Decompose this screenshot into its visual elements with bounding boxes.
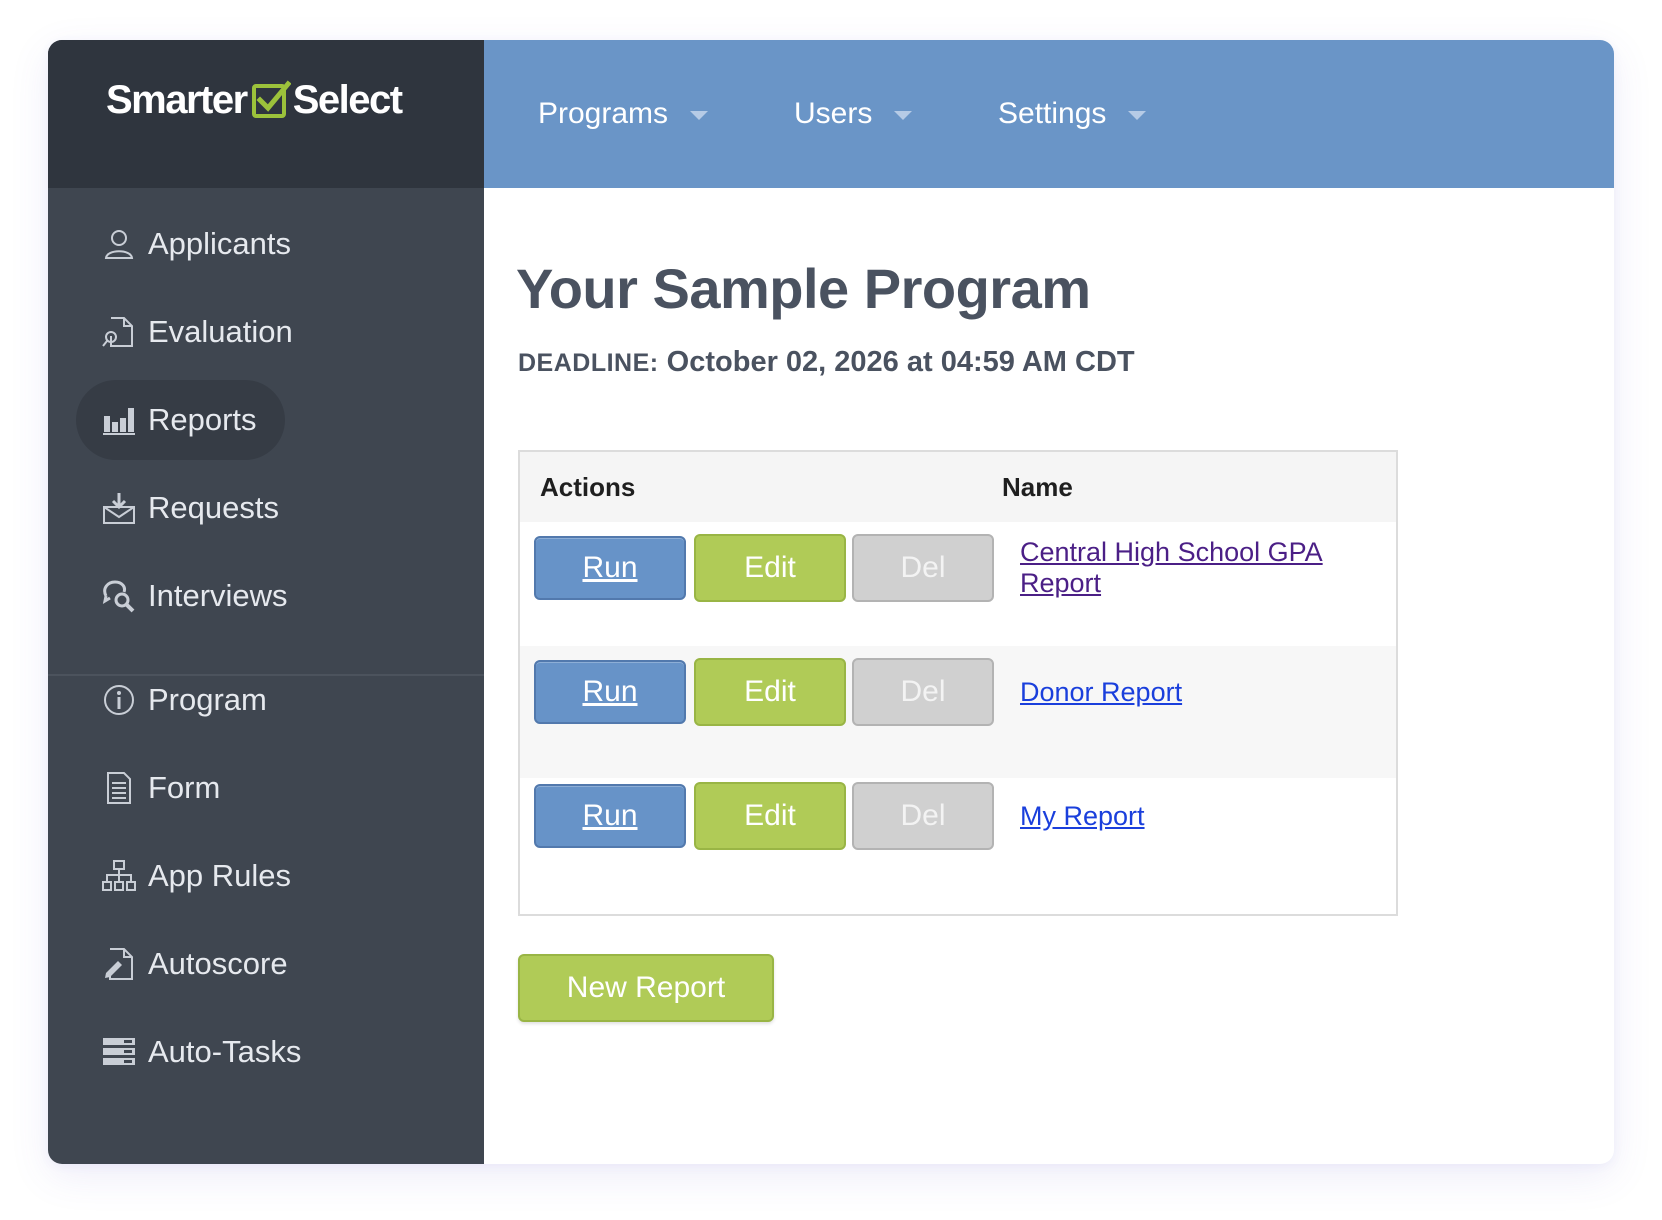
caret-down-icon <box>894 110 913 120</box>
sidebar-item-label: Applicants <box>148 226 292 261</box>
reports-table: Actions Name Run Edit Del Central High S… <box>518 450 1398 916</box>
sidebar-item-interviews[interactable]: Interviews <box>76 556 316 636</box>
sidebar-item-app-rules[interactable]: App Rules <box>76 836 319 916</box>
document-search-icon <box>102 315 136 349</box>
table-row: Run Edit Del Donor Report <box>520 646 1396 778</box>
sidebar-item-form[interactable]: Form <box>76 748 248 828</box>
new-report-button[interactable]: New Report <box>518 954 774 1022</box>
report-name-link[interactable]: My Report <box>1020 782 1145 850</box>
tasks-icon <box>102 1035 136 1069</box>
column-header-actions: Actions <box>540 471 636 502</box>
sidebar-item-label: Program <box>148 682 267 717</box>
checkbox-logo-icon <box>251 80 292 120</box>
logo-container: Smarter Select <box>48 40 484 188</box>
sidebar-item-requests[interactable]: Requests <box>76 468 307 548</box>
edit-button[interactable]: Edit <box>694 658 846 726</box>
edit-button[interactable]: Edit <box>694 782 846 850</box>
sidebar: Smarter Select Applicants Evaluation Rep… <box>48 40 484 1164</box>
document-pen-icon <box>102 947 136 981</box>
delete-button[interactable]: Del <box>852 658 994 726</box>
sidebar-item-reports[interactable]: Reports <box>76 380 285 460</box>
run-button[interactable]: Run <box>534 536 686 600</box>
sidebar-item-label: Interviews <box>148 578 288 613</box>
table-header: Actions Name <box>520 452 1396 522</box>
sidebar-item-label: App Rules <box>148 858 292 893</box>
sidebar-item-label: Form <box>148 770 221 805</box>
logo-text-left: Smarter <box>106 77 248 122</box>
info-icon <box>102 683 136 717</box>
delete-button[interactable]: Del <box>852 534 994 602</box>
inbox-download-icon <box>102 491 136 525</box>
sidebar-item-label: Auto-Tasks <box>148 1034 302 1069</box>
topnav-label: Settings <box>998 97 1107 130</box>
delete-button[interactable]: Del <box>852 782 994 850</box>
topnav-settings-menu[interactable]: Settings <box>998 40 1147 188</box>
logo-text-right: Select <box>292 77 403 122</box>
sidebar-item-label: Requests <box>148 490 279 525</box>
chat-search-icon <box>102 579 136 613</box>
topnav-users-menu[interactable]: Users <box>794 40 913 188</box>
sidebar-item-auto-tasks[interactable]: Auto-Tasks <box>76 1012 329 1092</box>
table-row: Run Edit Del Central High School GPA Rep… <box>520 522 1396 654</box>
sidebar-item-evaluation[interactable]: Evaluation <box>76 292 321 372</box>
sidebar-item-label: Evaluation <box>148 314 293 349</box>
column-header-name: Name <box>1002 471 1073 502</box>
deadline-label: DEADLINE: <box>518 349 659 377</box>
sidebar-item-applicants[interactable]: Applicants <box>76 204 319 284</box>
topnav-label: Programs <box>538 97 669 130</box>
edit-button[interactable]: Edit <box>694 534 846 602</box>
deadline: DEADLINE: October 02, 2026 at 04:59 AM C… <box>518 346 1135 379</box>
hierarchy-icon <box>102 859 136 893</box>
sidebar-item-program[interactable]: Program <box>76 660 295 740</box>
sidebar-item-label: Autoscore <box>148 946 288 981</box>
run-button[interactable]: Run <box>534 660 686 724</box>
top-navigation-bar: Programs Users Settings <box>484 40 1614 188</box>
sidebar-item-autoscore[interactable]: Autoscore <box>76 924 316 1004</box>
run-button[interactable]: Run <box>534 784 686 848</box>
table-row: Run Edit Del My Report <box>520 770 1396 902</box>
report-name-link[interactable]: Central High School GPA Report <box>1020 534 1396 602</box>
user-icon <box>102 227 136 261</box>
bar-chart-icon <box>102 403 136 437</box>
page-title: Your Sample Program <box>516 257 1091 320</box>
deadline-value: October 02, 2026 at 04:59 AM CDT <box>666 346 1135 378</box>
form-icon <box>102 771 136 805</box>
app-window: Smarter Select Applicants Evaluation Rep… <box>48 40 1614 1164</box>
topnav-label: Users <box>794 97 873 130</box>
caret-down-icon <box>1128 110 1147 120</box>
report-name-link[interactable]: Donor Report <box>1020 658 1182 726</box>
logo[interactable]: Smarter Select <box>106 76 403 124</box>
sidebar-item-label: Reports <box>148 402 257 437</box>
caret-down-icon <box>690 110 709 120</box>
topnav-programs-menu[interactable]: Programs <box>538 40 709 188</box>
